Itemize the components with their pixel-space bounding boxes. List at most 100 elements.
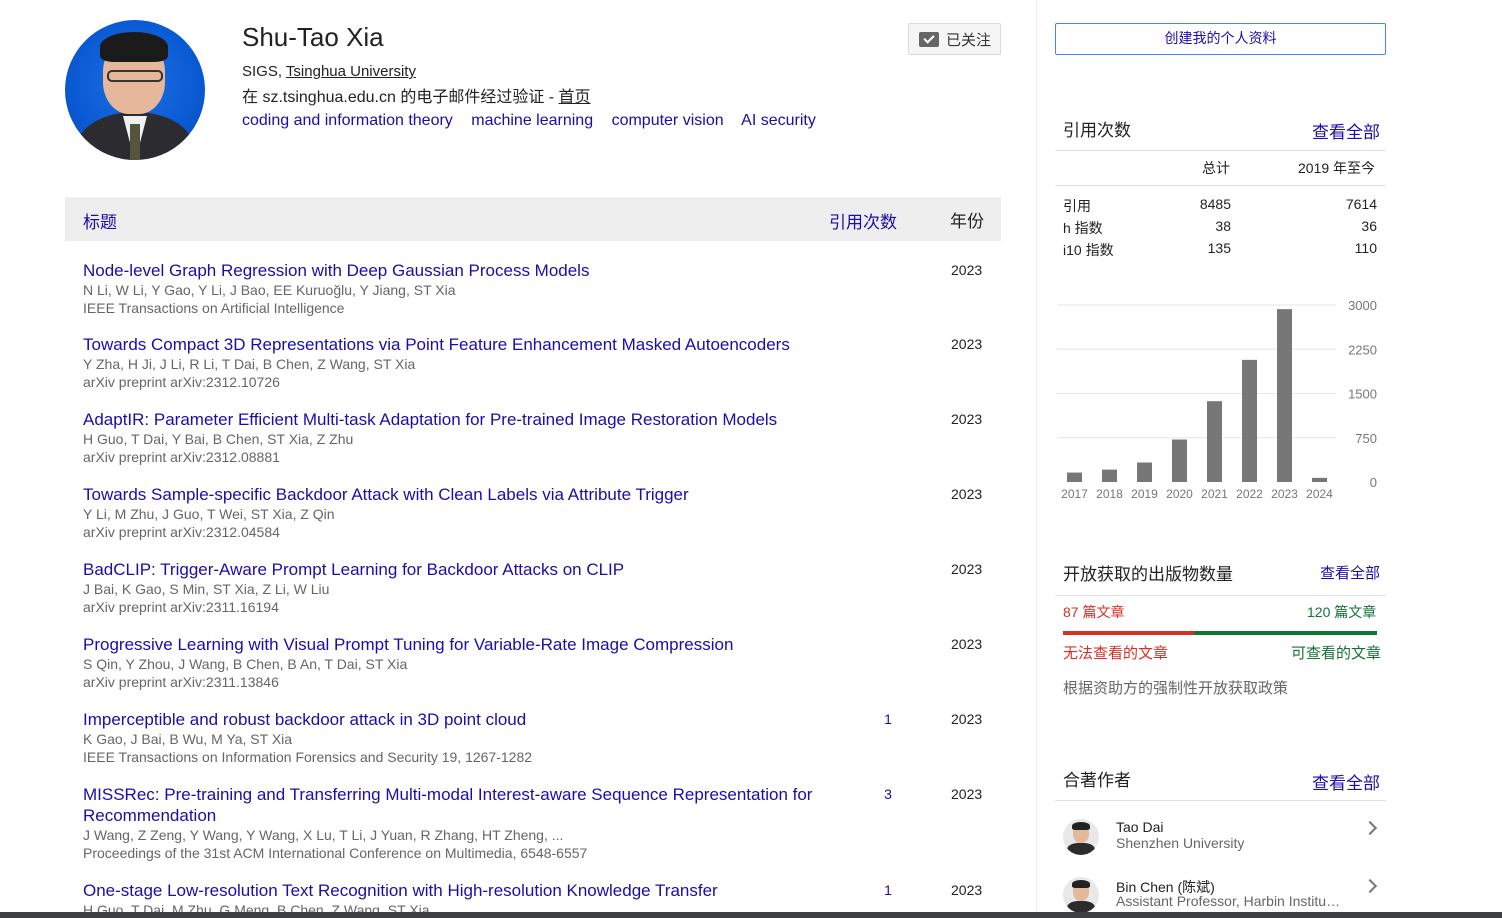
coauthor-name[interactable]: Tao Dai xyxy=(1116,819,1163,835)
stat-row: i10 指数 135 110 xyxy=(1063,240,1377,262)
open-access-view-all[interactable]: 查看全部 xyxy=(1320,562,1380,583)
x-tick-label: 2023 xyxy=(1271,487,1298,501)
chart-bar[interactable] xyxy=(1312,477,1327,482)
article-title[interactable]: Node-level Graph Regression with Deep Ga… xyxy=(83,260,823,281)
y-tick-label: 1500 xyxy=(1348,387,1377,402)
x-tick-label: 2024 xyxy=(1306,487,1333,501)
unavailable-label[interactable]: 无法查看的文章 xyxy=(1063,642,1168,663)
chart-bar[interactable] xyxy=(1137,462,1152,482)
x-tick-label: 2019 xyxy=(1131,487,1158,501)
stat-total: 135 xyxy=(1207,240,1231,256)
x-tick-label: 2021 xyxy=(1201,487,1228,501)
chart-bar[interactable] xyxy=(1102,469,1117,482)
chevron-right-icon[interactable] xyxy=(1362,878,1378,894)
affiliation-link[interactable]: Tsinghua University xyxy=(286,63,416,80)
y-tick-label: 2250 xyxy=(1348,342,1377,357)
interest-link[interactable]: machine learning xyxy=(471,112,593,129)
interest-link[interactable]: AI security xyxy=(741,112,816,129)
unavailable-bar xyxy=(1063,631,1194,635)
col-total: 总计 xyxy=(1202,160,1230,176)
article-year: 2023 xyxy=(951,711,983,727)
research-interests: coding and information theory machine le… xyxy=(242,112,830,130)
available-bar xyxy=(1194,631,1377,635)
table-row: Node-level Graph Regression with Deep Ga… xyxy=(83,260,1001,317)
sort-by-title[interactable]: 标题 xyxy=(83,208,117,233)
coauthor-affiliation: Shenzhen University xyxy=(1116,835,1245,851)
sort-by-year[interactable]: 年份 xyxy=(950,207,984,232)
stat-since: 7614 xyxy=(1345,196,1377,212)
stat-label[interactable]: 引用 xyxy=(1063,196,1091,216)
article-authors: J Wang, Z Zeng, Y Wang, Y Wang, X Lu, T … xyxy=(83,827,564,843)
divider xyxy=(1055,800,1386,801)
coauthors-view-all[interactable]: 查看全部 xyxy=(1312,769,1380,794)
follow-button[interactable]: 已关注 xyxy=(908,23,1001,55)
article-title[interactable]: Towards Sample-specific Backdoor Attack … xyxy=(83,484,823,505)
articles-table-header: 标题 引用次数 年份 xyxy=(65,197,1001,241)
stat-label[interactable]: i10 指数 xyxy=(1063,240,1114,260)
article-title[interactable]: AdaptIR: Parameter Efficient Multi-task … xyxy=(83,409,863,430)
citation-count[interactable]: 1 xyxy=(878,882,898,898)
avatar xyxy=(1063,877,1099,913)
article-authors: N Li, W Li, Y Gao, Y Li, J Bao, EE Kuruo… xyxy=(83,282,456,298)
article-venue: arXiv preprint arXiv:2312.04584 xyxy=(83,524,280,540)
divider xyxy=(1055,185,1386,186)
table-row: AdaptIR: Parameter Efficient Multi-task … xyxy=(83,409,1001,466)
article-authors: J Bai, K Gao, S Min, ST Xia, Z Li, W Liu xyxy=(83,581,330,597)
mail-check-icon xyxy=(919,31,939,47)
article-title[interactable]: One-stage Low-resolution Text Recognitio… xyxy=(83,880,823,901)
chart-bar[interactable] xyxy=(1207,401,1222,482)
verified-email: 在 sz.tsinghua.edu.cn 的电子邮件经过验证 - 首页 xyxy=(242,83,591,107)
article-title[interactable]: MISSRec: Pre-training and Transferring M… xyxy=(83,784,823,826)
table-row: BadCLIP: Trigger-Aware Prompt Learning f… xyxy=(83,559,1001,616)
article-title[interactable]: Towards Compact 3D Representations via P… xyxy=(83,334,863,355)
article-year: 2023 xyxy=(951,486,983,502)
citations-chart: 0 750 1500 2250 3000 2017 2018 2019 2020 2021 2022… xyxy=(1057,298,1377,501)
homepage-link[interactable]: 首页 xyxy=(559,89,591,106)
article-authors: Y Zha, H Ji, J Li, R Li, T Dai, B Chen, … xyxy=(83,356,416,372)
y-tick-label: 0 xyxy=(1370,475,1377,490)
article-year: 2023 xyxy=(951,786,983,802)
stat-total: 8485 xyxy=(1199,196,1231,212)
stat-label[interactable]: h 指数 xyxy=(1063,218,1103,238)
chevron-right-icon[interactable] xyxy=(1362,820,1378,836)
stat-row: h 指数 38 36 xyxy=(1063,218,1377,240)
article-title[interactable]: Imperceptible and robust backdoor attack… xyxy=(83,709,823,730)
interest-link[interactable]: computer vision xyxy=(612,112,724,129)
chart-bar[interactable] xyxy=(1242,359,1257,482)
y-tick-label: 3000 xyxy=(1348,298,1377,313)
stat-total: 38 xyxy=(1215,218,1231,234)
article-venue: arXiv preprint arXiv:2312.10726 xyxy=(83,374,280,390)
create-profile-button[interactable]: 创建我的个人资料 xyxy=(1055,23,1386,55)
article-venue: arXiv preprint arXiv:2312.08881 xyxy=(83,449,280,465)
stat-row: 引用 8485 7614 xyxy=(1063,196,1377,218)
article-title[interactable]: Progressive Learning with Visual Prompt … xyxy=(83,634,823,655)
sort-by-citations[interactable]: 引用次数 xyxy=(829,208,897,233)
chart-bar[interactable] xyxy=(1172,439,1187,482)
article-venue: IEEE Transactions on Artificial Intellig… xyxy=(83,300,345,316)
profile-affiliation: SIGS, Tsinghua University xyxy=(242,63,416,80)
follow-label: 已关注 xyxy=(946,31,992,49)
unavailable-count[interactable]: 87 篇文章 xyxy=(1063,602,1124,622)
available-count[interactable]: 120 篇文章 xyxy=(1307,602,1376,622)
divider xyxy=(1055,595,1386,596)
stat-since: 36 xyxy=(1361,218,1377,234)
citations-view-all[interactable]: 查看全部 xyxy=(1312,118,1380,143)
stat-since: 110 xyxy=(1354,240,1377,256)
available-label[interactable]: 可查看的文章 xyxy=(1291,642,1381,663)
profile-photo xyxy=(65,20,205,160)
citation-count[interactable]: 3 xyxy=(878,786,898,802)
citation-count[interactable]: 1 xyxy=(878,711,898,727)
interest-link[interactable]: coding and information theory xyxy=(242,112,453,129)
column-divider xyxy=(1036,0,1037,918)
avatar xyxy=(1063,819,1099,855)
article-year: 2023 xyxy=(951,636,983,652)
article-year: 2023 xyxy=(951,561,983,577)
article-title[interactable]: BadCLIP: Trigger-Aware Prompt Learning f… xyxy=(83,559,823,580)
x-tick-label: 2022 xyxy=(1236,487,1263,501)
coauthor-item[interactable]: Tao Dai Shenzhen University xyxy=(1063,819,1383,863)
chart-bar[interactable] xyxy=(1277,309,1292,482)
article-authors: H Guo, T Dai, Y Bai, B Chen, ST Xia, Z Z… xyxy=(83,431,354,447)
article-year: 2023 xyxy=(951,336,983,352)
chart-bar[interactable] xyxy=(1067,472,1082,482)
article-authors: K Gao, J Bai, B Wu, M Ya, ST Xia xyxy=(83,731,293,747)
